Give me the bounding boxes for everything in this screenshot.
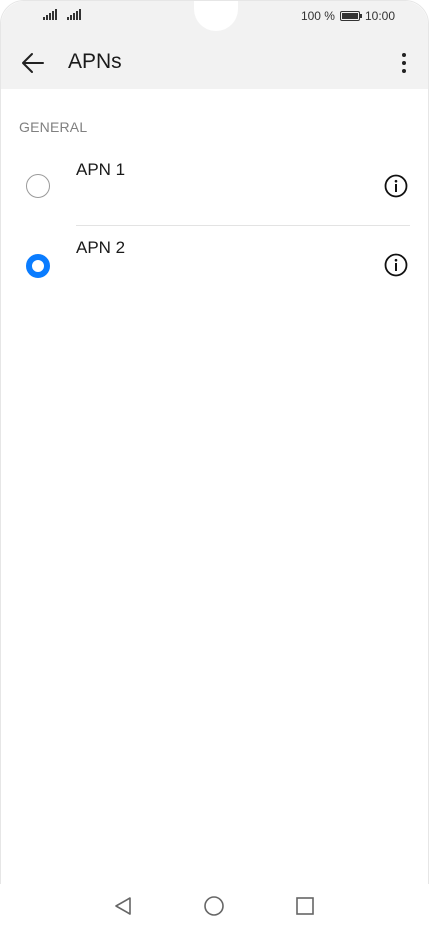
apn-name: APN 1 [76, 160, 126, 179]
battery-percent: 100 % [300, 9, 335, 23]
phone-screen: 100 % 10:00 APNs GENERAL APN 1 APN 2 [0, 0, 429, 930]
app-header: 100 % 10:00 APNs [1, 1, 428, 89]
apn-radio-unselected[interactable] [26, 174, 50, 198]
row-divider [76, 225, 410, 226]
section-header: GENERAL [19, 119, 88, 135]
back-triangle-icon[interactable] [112, 895, 134, 917]
apn-row-2[interactable]: APN 2 [0, 228, 429, 300]
info-icon[interactable] [384, 174, 408, 198]
signal-icon [67, 9, 81, 20]
signal-icon [43, 9, 57, 20]
apn-name: APN 2 [76, 238, 126, 257]
status-signals [43, 9, 81, 20]
back-button[interactable] [19, 49, 47, 77]
arrow-left-icon [22, 53, 44, 73]
battery-icon [339, 11, 362, 21]
info-icon[interactable] [384, 253, 408, 277]
system-nav-bar [0, 884, 429, 930]
recent-square-icon[interactable] [294, 895, 316, 917]
page-title: APNs [68, 50, 122, 73]
apn-row-1[interactable]: APN 1 [0, 150, 429, 222]
camera-notch [194, 1, 238, 31]
apn-radio-selected[interactable] [26, 254, 50, 278]
toolbar: APNs [1, 39, 429, 85]
home-circle-icon[interactable] [203, 895, 225, 917]
status-right: 100 % 10:00 [301, 9, 395, 23]
status-time: 10:00 [364, 9, 395, 23]
more-vertical-icon [402, 53, 406, 57]
more-options-button[interactable] [392, 49, 416, 77]
